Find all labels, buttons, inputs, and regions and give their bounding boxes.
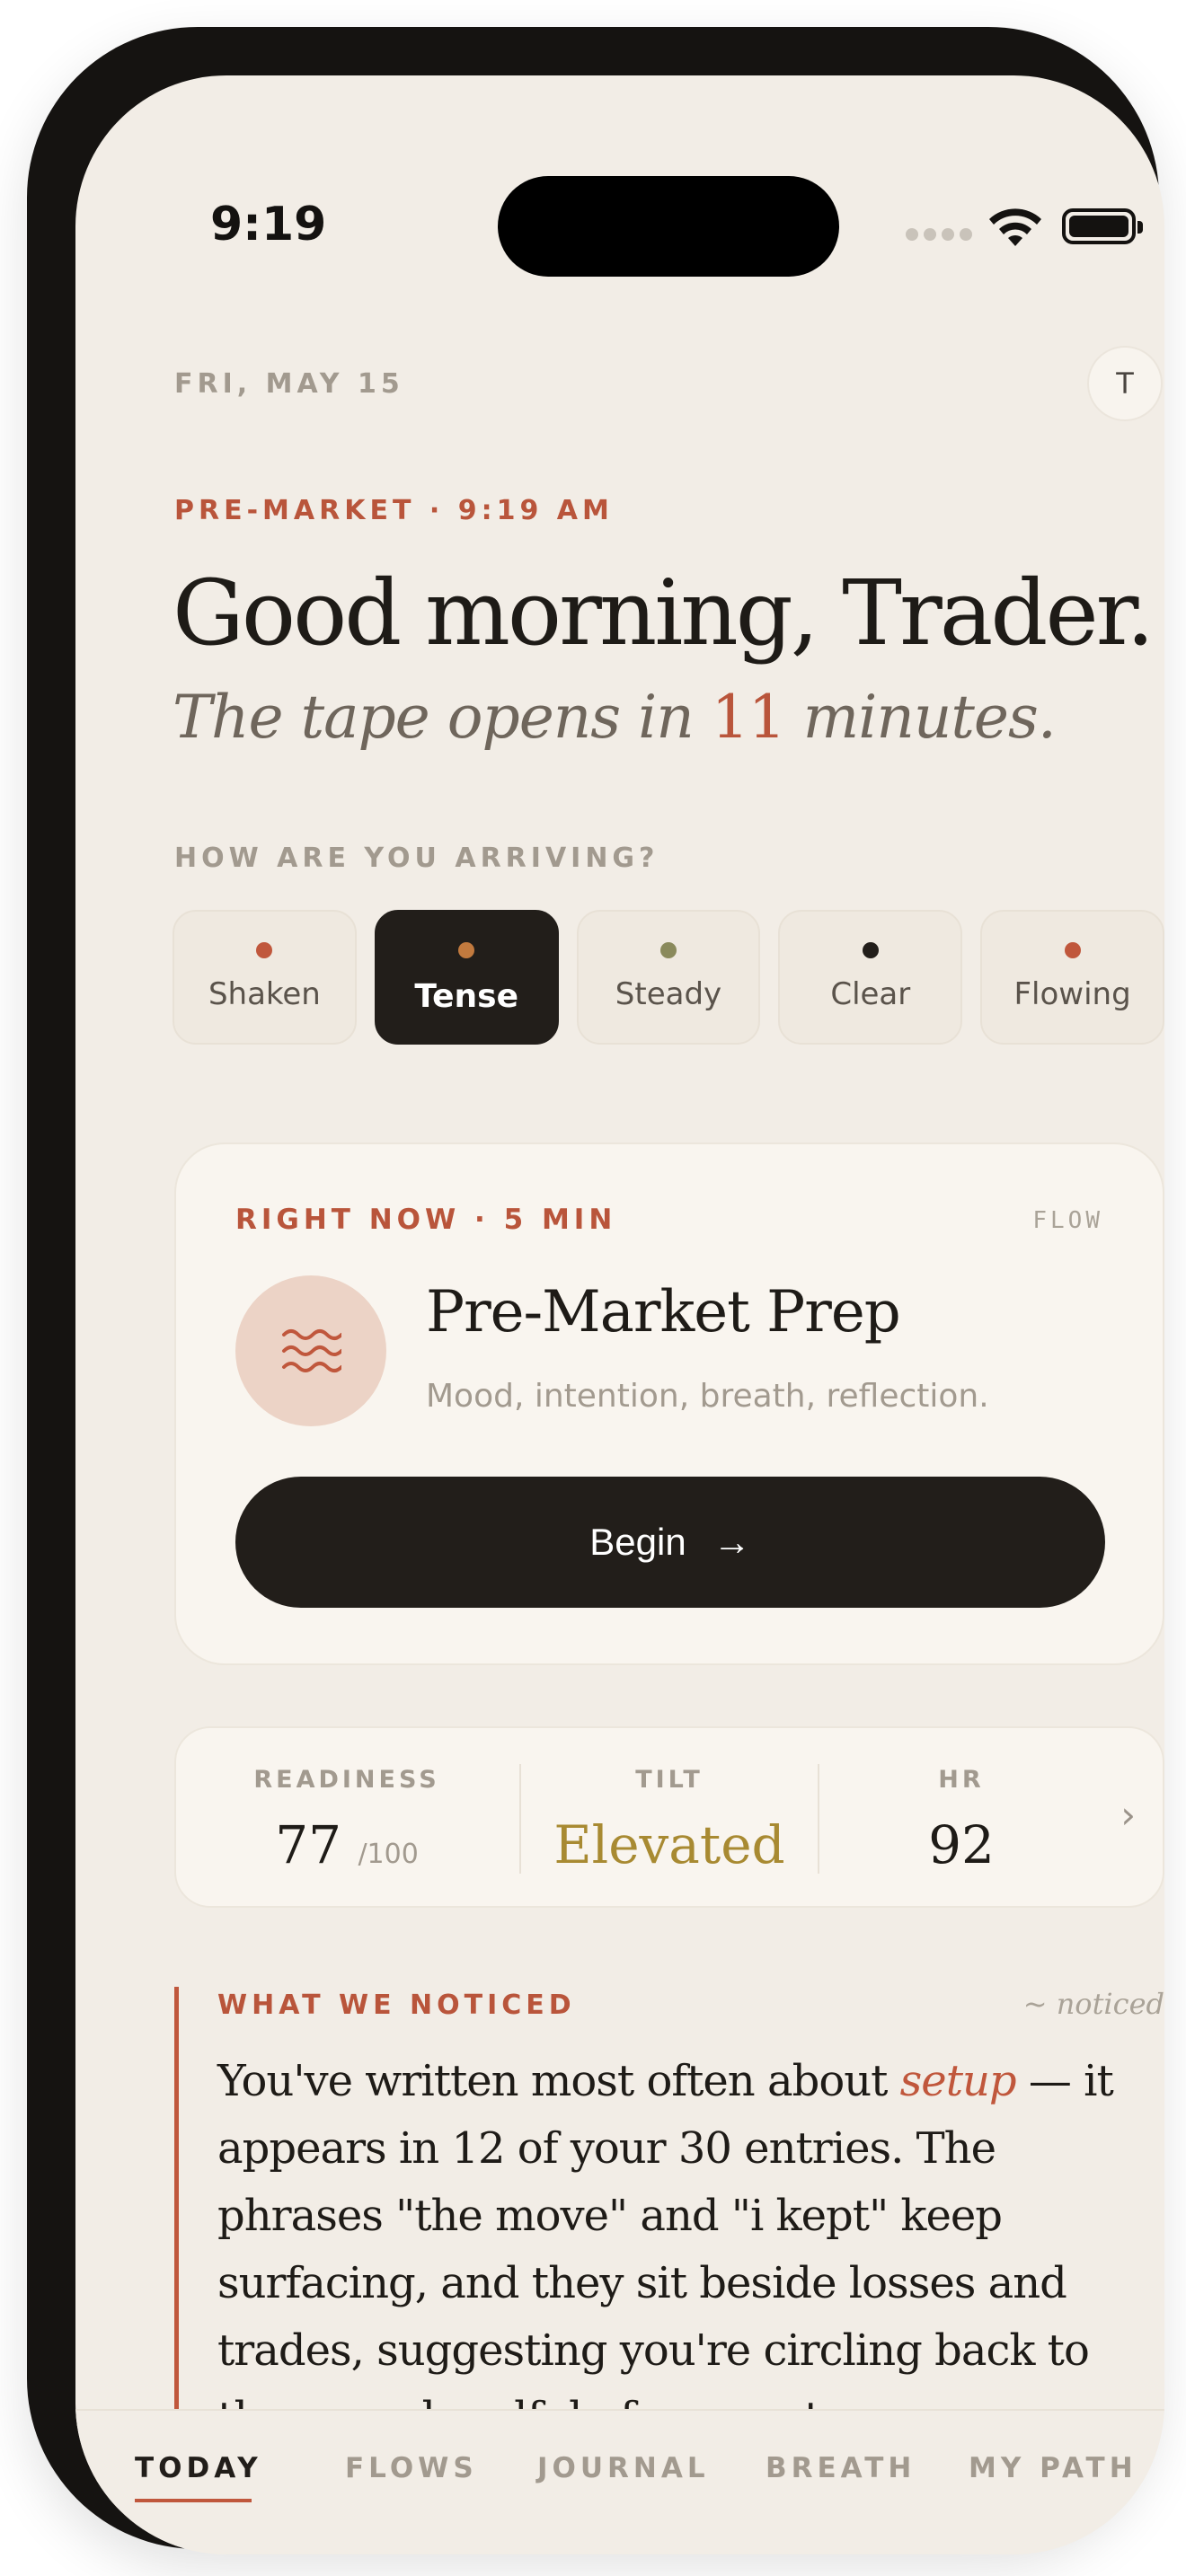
phone-frame: 9:19 FRI, MAY 15 T PRE-MARKET · 9:19 AM … (27, 27, 1164, 2554)
mood-option-shaken[interactable]: Shaken (173, 910, 357, 1045)
mood-label: Clear (830, 976, 911, 1012)
mood-dot-icon (256, 942, 273, 958)
mood-label: Steady (615, 976, 722, 1012)
cellular-signal-icon (906, 228, 972, 241)
subline-suffix: minutes. (784, 683, 1057, 752)
tab-journal[interactable]: JOURNAL (537, 2452, 710, 2484)
tab-flows[interactable]: FLOWS (345, 2452, 478, 2484)
minutes-count: 11 (711, 683, 786, 752)
greeting-title: Good morning, Trader. (173, 560, 1155, 666)
readiness-label: READINESS (253, 1766, 440, 1794)
subline-prefix: The tape opens in (173, 683, 712, 752)
noticed-tag: ~ noticed (1022, 1987, 1164, 2021)
tab-today[interactable]: TODAY (135, 2452, 262, 2484)
tab-bar: TODAY FLOWS JOURNAL BREATH MY PATH (75, 2409, 1164, 2554)
active-tab-indicator (135, 2499, 252, 2502)
noticed-accent-bar (174, 1987, 179, 2409)
noticed-body: You've written most often about setup — … (217, 2056, 1114, 2443)
status-time: 9:19 (210, 198, 327, 251)
tilt-stat: TILT Elevated (521, 1728, 818, 1910)
mood-option-flowing[interactable]: Flowing (980, 910, 1164, 1045)
mood-label: Tense (414, 978, 519, 1015)
readiness-suffix: /100 (358, 1839, 419, 1870)
readiness-value: 77 /100 (275, 1814, 419, 1875)
tab-my-path[interactable]: MY PATH (969, 2452, 1137, 2484)
mood-label: Flowing (1013, 976, 1131, 1012)
hr-value: 92 (928, 1814, 995, 1875)
card-title: Pre-Market Prep (426, 1279, 901, 1345)
card-eyebrow: RIGHT NOW · 5 MIN (235, 1204, 617, 1236)
app-screen: 9:19 FRI, MAY 15 T PRE-MARKET · 9:19 AM … (75, 75, 1164, 2554)
begin-label: Begin (589, 1521, 686, 1563)
stats-panel[interactable]: READINESS 77 /100 TILT Elevated HR 92 › (174, 1726, 1164, 1908)
arrow-right-icon: → (712, 1521, 751, 1563)
mood-selector: Shaken Tense Steady Clear Flowing (173, 910, 1164, 1045)
mood-label: Shaken (208, 976, 321, 1012)
tab-breath[interactable]: BREATH (766, 2452, 916, 2484)
hr-stat: HR 92 (819, 1728, 1103, 1910)
chevron-right-icon[interactable]: › (1120, 1793, 1136, 1837)
card-subtitle: Mood, intention, breath, reflection. (426, 1378, 989, 1415)
mood-option-clear[interactable]: Clear (778, 910, 963, 1045)
tilt-label: TILT (635, 1766, 704, 1794)
readiness-stat: READINESS 77 /100 (212, 1728, 482, 1910)
mood-option-tense[interactable]: Tense (374, 910, 559, 1045)
begin-button[interactable]: Begin → (235, 1477, 1105, 1608)
mood-dot-icon (1064, 942, 1081, 958)
mood-dot-icon (458, 942, 475, 958)
tilt-value: Elevated (553, 1814, 785, 1875)
noticed-title: WHAT WE NOTICED (217, 1989, 576, 2021)
countdown-subline: The tape opens in 11 minutes. (173, 683, 1057, 752)
highlight-word: setup (899, 2056, 1017, 2106)
wifi-icon (989, 208, 1041, 246)
mood-dot-icon (862, 942, 879, 958)
mood-dot-icon (659, 942, 677, 958)
avatar[interactable]: T (1087, 346, 1163, 421)
hr-label: HR (938, 1766, 985, 1794)
mood-question: HOW ARE YOU ARRIVING? (174, 842, 659, 874)
session-label: PRE-MARKET · 9:19 AM (174, 495, 614, 526)
battery-icon (1062, 208, 1143, 244)
right-now-card[interactable]: RIGHT NOW · 5 MIN FLOW Pre-Market Prep M… (174, 1142, 1164, 1665)
waves-icon (235, 1275, 386, 1426)
dynamic-island (498, 176, 839, 277)
flow-tag: FLOW (1032, 1207, 1103, 1234)
date-label: FRI, MAY 15 (174, 368, 404, 400)
mood-option-steady[interactable]: Steady (576, 910, 761, 1045)
